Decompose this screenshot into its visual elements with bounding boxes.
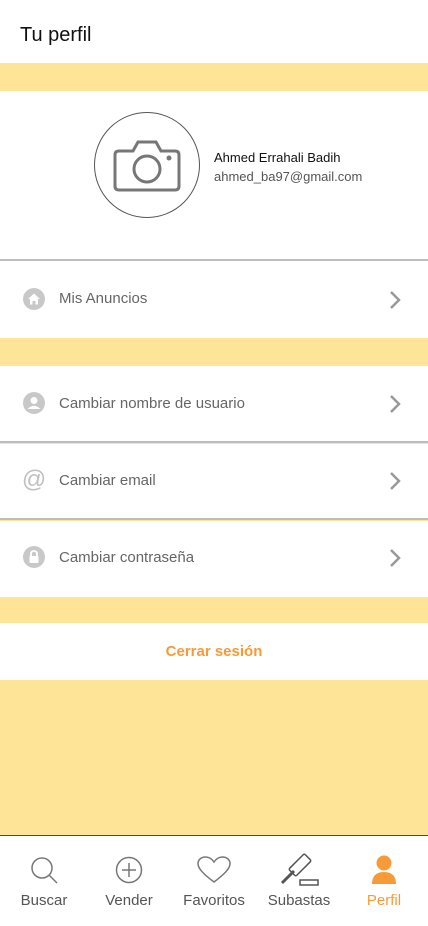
- logout-label: Cerrar sesión: [165, 643, 263, 660]
- menu-item-change-password[interactable]: Cambiar contraseña: [0, 521, 428, 597]
- tab-favoritos[interactable]: Favoritos: [171, 836, 257, 926]
- heart-icon: [171, 852, 257, 888]
- menu-item-label: Cambiar nombre de usuario: [59, 395, 245, 412]
- bottom-tab-bar: Buscar Vender Favoritos Subastas Perfil: [0, 835, 428, 926]
- avatar-upload[interactable]: [94, 112, 200, 218]
- menu-item-label: Cambiar email: [59, 472, 156, 489]
- logout-button[interactable]: Cerrar sesión: [0, 623, 428, 680]
- menu-item-label: Mis Anuncios: [59, 290, 148, 307]
- header: Tu perfil: [0, 0, 428, 63]
- tab-label: Perfil: [366, 892, 402, 909]
- chevron-right-icon: [388, 469, 404, 493]
- chevron-right-icon: [388, 288, 404, 312]
- menu-item-my-ads[interactable]: Mis Anuncios: [0, 261, 428, 338]
- gavel-icon: [256, 852, 342, 888]
- home-icon: [22, 287, 46, 311]
- at-icon: @: [21, 466, 47, 493]
- user-icon: [22, 391, 46, 415]
- tab-subastas[interactable]: Subastas: [256, 836, 342, 926]
- tab-vender[interactable]: Vender: [86, 836, 172, 926]
- search-icon: [1, 852, 87, 888]
- tab-label: Subastas: [267, 892, 331, 909]
- user-name: Ahmed Errahali Badih: [214, 150, 341, 165]
- menu-item-change-email[interactable]: @ Cambiar email: [0, 444, 428, 520]
- tab-perfil[interactable]: Perfil: [341, 836, 427, 926]
- user-email: ahmed_ba97@gmail.com: [214, 169, 363, 184]
- page-title: Tu perfil: [20, 24, 92, 46]
- menu-item-change-username[interactable]: Cambiar nombre de usuario: [0, 366, 428, 443]
- plus-circle-icon: [86, 852, 172, 888]
- menu-item-label: Cambiar contraseña: [59, 549, 195, 566]
- camera-icon: [113, 140, 181, 192]
- tab-label: Buscar: [20, 892, 68, 909]
- tab-label: Favoritos: [183, 892, 245, 909]
- profile-card: Ahmed Errahali Badih ahmed_ba97@gmail.co…: [0, 91, 428, 261]
- chevron-right-icon: [388, 392, 404, 416]
- tab-label: Vender: [105, 892, 153, 909]
- tab-buscar[interactable]: Buscar: [1, 836, 87, 926]
- user-icon: [341, 852, 427, 888]
- lock-icon: [22, 545, 46, 569]
- chevron-right-icon: [388, 546, 404, 570]
